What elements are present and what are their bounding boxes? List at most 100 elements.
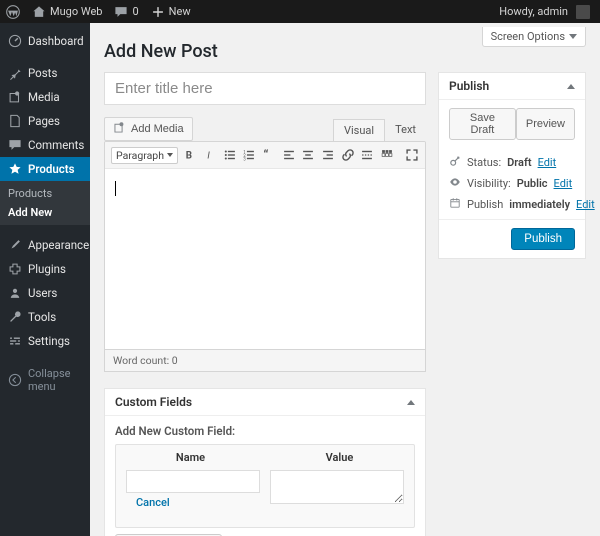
- users-icon: [8, 286, 22, 300]
- editor-content-area[interactable]: [105, 169, 425, 349]
- screen-options-label: Screen Options: [491, 30, 565, 43]
- collapse-menu[interactable]: Collapse menu: [0, 361, 90, 399]
- word-count-value: 0: [172, 354, 178, 367]
- add-media-button[interactable]: Add Media: [104, 117, 193, 141]
- publish-header[interactable]: Publish: [439, 73, 585, 100]
- sidebar-item-label: Tools: [28, 310, 56, 324]
- sidebar-item-label: Products: [28, 162, 75, 176]
- new-label: New: [169, 5, 191, 18]
- chevron-down-icon: [167, 153, 173, 157]
- star-icon: [8, 162, 22, 176]
- align-left-button[interactable]: [281, 146, 296, 164]
- toolbar-toggle-button[interactable]: [380, 146, 395, 164]
- chevron-up-icon: [567, 84, 575, 89]
- avatar: [576, 5, 590, 19]
- cf-name-header: Name: [116, 445, 265, 470]
- svg-text:3: 3: [244, 158, 247, 162]
- sidebar-item-label: Users: [28, 286, 57, 300]
- edit-schedule-link[interactable]: Edit: [576, 198, 595, 211]
- link-button[interactable]: [340, 146, 355, 164]
- visual-tab[interactable]: Visual: [333, 119, 385, 141]
- visibility-icon: [449, 176, 461, 191]
- bullet-list-button[interactable]: [222, 146, 237, 164]
- editor: Paragraph B I 123 “: [104, 141, 426, 350]
- main-content: Screen Options Add New Post Add Media Vi…: [90, 23, 600, 536]
- publish-visibility-row: Visibility: Public Edit: [449, 173, 575, 194]
- sidebar-item-label: Plugins: [28, 262, 66, 276]
- wp-logo[interactable]: [0, 0, 26, 23]
- account-link[interactable]: Howdy, admin: [493, 0, 600, 23]
- text-tab[interactable]: Text: [385, 119, 426, 141]
- sidebar-item-users[interactable]: Users: [0, 281, 90, 305]
- sidebar-item-label: Dashboard: [28, 34, 84, 48]
- numbered-list-button[interactable]: 123: [242, 146, 257, 164]
- sidebar-item-dashboard[interactable]: Dashboard: [0, 29, 90, 53]
- editor-toolbar: Paragraph B I 123 “: [105, 142, 425, 169]
- cf-name-input[interactable]: [126, 470, 260, 493]
- comments-icon: [8, 138, 22, 152]
- readmore-button[interactable]: [360, 146, 375, 164]
- word-count-label: Word count:: [113, 354, 169, 367]
- tools-icon: [8, 310, 22, 324]
- sidebar-item-appearance[interactable]: Appearance: [0, 233, 90, 257]
- edit-status-link[interactable]: Edit: [538, 156, 557, 169]
- caret-icon: [115, 181, 116, 196]
- custom-fields-header[interactable]: Custom Fields: [105, 389, 425, 416]
- edit-visibility-link[interactable]: Edit: [554, 177, 573, 190]
- sidebar-item-media[interactable]: Media: [0, 85, 90, 109]
- wordpress-icon: [6, 5, 20, 19]
- sidebar-item-label: Media: [28, 90, 60, 104]
- sidebar-item-tools[interactable]: Tools: [0, 305, 90, 329]
- comment-count: 0: [132, 5, 138, 18]
- comments-link[interactable]: 0: [108, 0, 144, 23]
- post-title-input[interactable]: [104, 72, 426, 105]
- settings-icon: [8, 334, 22, 348]
- svg-text:B: B: [186, 151, 192, 162]
- add-custom-field-heading: Add New Custom Field:: [115, 424, 415, 438]
- save-draft-button[interactable]: Save Draft: [449, 108, 516, 140]
- plus-icon: [151, 5, 165, 19]
- align-right-button[interactable]: [321, 146, 336, 164]
- chevron-up-icon: [407, 400, 415, 405]
- site-name: Mugo Web: [50, 5, 102, 18]
- bold-button[interactable]: B: [183, 146, 198, 164]
- cf-cancel-link[interactable]: Cancel: [126, 493, 180, 517]
- new-link[interactable]: New: [145, 0, 197, 23]
- screen-options-toggle[interactable]: Screen Options: [482, 27, 586, 47]
- calendar-icon: [449, 197, 461, 212]
- blockquote-button[interactable]: “: [262, 146, 277, 164]
- preview-button[interactable]: Preview: [516, 108, 575, 140]
- fullscreen-button[interactable]: [404, 146, 419, 164]
- publish-button[interactable]: Publish: [511, 228, 575, 250]
- sidebar-subitem-products-add[interactable]: Add New: [0, 203, 90, 222]
- plugin-icon: [8, 262, 22, 276]
- howdy-text: Howdy, admin: [499, 5, 568, 18]
- italic-button[interactable]: I: [203, 146, 218, 164]
- admin-toolbar: Mugo Web 0 New Howdy, admin: [0, 0, 600, 23]
- sidebar-item-settings[interactable]: Settings: [0, 329, 90, 353]
- format-select[interactable]: Paragraph: [111, 147, 178, 164]
- align-center-button[interactable]: [301, 146, 316, 164]
- editor-statusbar: Word count: 0: [104, 350, 426, 372]
- sidebar-item-products[interactable]: Products: [0, 157, 90, 181]
- sidebar-item-posts[interactable]: Posts: [0, 61, 90, 85]
- collapse-label: Collapse menu: [28, 367, 82, 393]
- admin-sidebar: Dashboard Posts Media Pages Comments Pro…: [0, 23, 90, 536]
- format-label: Paragraph: [116, 149, 164, 162]
- site-link[interactable]: Mugo Web: [26, 0, 108, 23]
- sidebar-submenu-products: Products Add New: [0, 181, 90, 225]
- comment-icon: [114, 5, 128, 19]
- sidebar-item-label: Comments: [28, 138, 84, 152]
- sidebar-item-label: Posts: [28, 66, 57, 80]
- pin-icon: [8, 66, 22, 80]
- sidebar-item-label: Pages: [28, 114, 60, 128]
- sidebar-subitem-products-list[interactable]: Products: [0, 184, 90, 203]
- sidebar-item-plugins[interactable]: Plugins: [0, 257, 90, 281]
- cf-value-header: Value: [265, 445, 414, 470]
- brush-icon: [8, 238, 22, 252]
- svg-text:“: “: [263, 148, 268, 162]
- sidebar-item-pages[interactable]: Pages: [0, 109, 90, 133]
- cf-value-textarea[interactable]: [270, 470, 404, 504]
- collapse-icon: [8, 373, 22, 387]
- sidebar-item-comments[interactable]: Comments: [0, 133, 90, 157]
